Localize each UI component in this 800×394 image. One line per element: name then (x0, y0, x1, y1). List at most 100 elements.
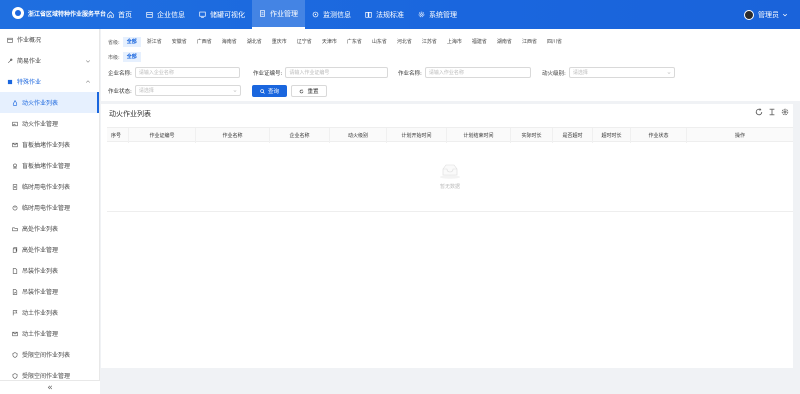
column-header: 作业状态 (631, 128, 687, 143)
nav-tank-visual[interactable]: 储罐可视化 (192, 0, 252, 29)
province-tag[interactable]: 全部 (122, 37, 141, 47)
sidebar-item-confined-space-list[interactable]: 受限空间作业列表 (0, 344, 99, 365)
sidebar-item-height-job-list[interactable]: 高处作业列表 (0, 218, 99, 239)
refresh-icon[interactable] (755, 108, 763, 116)
province-tag[interactable]: 浙江省 (143, 37, 166, 47)
province-filter: 省级: 全部 浙江省 安徽省 广西省 海南省 湖北省 重庆市 辽宁省 天津市 广… (108, 36, 568, 48)
plug-icon (12, 205, 18, 210)
province-tag[interactable]: 辽宁省 (293, 37, 316, 47)
nav-job-management[interactable]: 作业管理 (252, 0, 305, 29)
company-icon (146, 12, 153, 18)
job-status-select[interactable]: 请选择 (134, 85, 241, 96)
sidebar-item-fire-job-manage[interactable]: 动火作业管理 (0, 113, 99, 134)
file-check-icon (12, 288, 18, 295)
province-tag[interactable]: 广西省 (193, 37, 216, 47)
sidebar-item-lifting-job-list[interactable]: 吊装作业列表 (0, 260, 99, 281)
nav-tank-visual-label: 储罐可视化 (210, 10, 245, 19)
sidebar-item-earthwork-job-manage[interactable]: 动土作业管理 (0, 323, 99, 344)
table-header: 序号 作业证编号 作业名称 企业名称 动火级别 计划开始时间 计划结束时间 实际… (107, 127, 793, 143)
sidebar-item-special-job[interactable]: 特殊作业 (0, 71, 99, 92)
sidebar-collapse-button[interactable]: « (0, 380, 100, 394)
shield-icon (12, 372, 18, 379)
sidebar-item-temp-power-manage[interactable]: 临时用电作业管理 (0, 197, 99, 218)
sidebar-item-simple-job[interactable]: 简易作业 (0, 50, 99, 71)
job-status-field: 作业状态: 请选择 (108, 85, 241, 96)
sidebar-item-label: 吊装作业管理 (22, 289, 59, 296)
column-header: 是否超时 (553, 128, 593, 143)
nav-home-label: 首页 (118, 10, 132, 19)
flag-icon (12, 309, 18, 315)
sidebar-item-label: 特殊作业 (17, 79, 42, 86)
nav-home[interactable]: 首页 (100, 0, 139, 29)
province-tag[interactable]: 安徽省 (168, 37, 191, 47)
sidebar: 作业概况 简易作业 特殊作业 动火作业列表 动火作业管理 盲板抽堵作业列表 盲板… (0, 29, 100, 394)
gear-icon (418, 11, 425, 18)
chevron-down-icon (233, 90, 237, 93)
empty-box-icon (440, 164, 460, 179)
page-scrollbar[interactable] (793, 104, 800, 368)
nav-regulations[interactable]: 法规标准 (358, 0, 411, 29)
province-tag[interactable]: 重庆市 (268, 37, 291, 47)
sidebar-item-label: 动土作业列表 (22, 310, 59, 317)
column-height-icon[interactable] (768, 108, 776, 116)
home-icon (107, 11, 114, 18)
nav-monitoring[interactable]: 监测信息 (305, 0, 358, 29)
province-tag[interactable]: 四川省 (543, 37, 566, 47)
province-tag[interactable]: 湖南省 (493, 37, 516, 47)
sidebar-item-earthwork-job-list[interactable]: 动土作业列表 (0, 302, 99, 323)
province-tag[interactable]: 江西省 (518, 37, 541, 47)
top-header: 浙江省区域特种作业服务平台 首页 企业信息 储罐可视化 作业管理 监测信息 法规… (0, 0, 800, 29)
province-tag[interactable]: 河北省 (393, 37, 416, 47)
province-tag[interactable]: 山东省 (368, 37, 391, 47)
permit-no-input[interactable]: 请输入作业证编号 (285, 67, 389, 78)
chevron-down-icon (667, 72, 671, 75)
company-name-input[interactable]: 请输入企业名称 (134, 67, 240, 78)
user-menu[interactable]: 管理员 (744, 0, 788, 29)
avatar (744, 9, 754, 20)
sidebar-item-fire-job-list[interactable]: 动火作业列表 (0, 92, 99, 113)
fire-level-placeholder: 请选择 (572, 70, 588, 76)
province-tag[interactable]: 天津市 (318, 37, 341, 47)
fire-level-field: 动火级别: 请选择 (542, 67, 675, 78)
permit-no-placeholder: 请输入作业证编号 (289, 70, 330, 76)
column-header: 实际时长 (511, 128, 553, 143)
city-tag[interactable]: 全部 (122, 52, 141, 62)
permit-no-field: 作业证编号: 请输入作业证编号 (253, 67, 389, 78)
nav-system[interactable]: 系统管理 (411, 0, 464, 29)
column-header: 超时时长 (593, 128, 631, 143)
fire-level-select[interactable]: 请选择 (568, 67, 675, 78)
search-icon (260, 88, 265, 94)
province-tag[interactable]: 江苏省 (418, 37, 441, 47)
app-logo[interactable]: 浙江省区域特种作业服务平台 (12, 7, 106, 19)
company-name-placeholder: 请输入企业名称 (138, 70, 174, 76)
job-name-input[interactable]: 请输入作业名称 (424, 67, 531, 78)
nav-regulations-label: 法规标准 (376, 10, 404, 19)
sidebar-item-label: 动土作业管理 (22, 331, 59, 338)
search-button[interactable]: 查询 (252, 85, 287, 97)
province-tag[interactable]: 上海市 (443, 37, 466, 47)
image-icon (12, 121, 18, 126)
nav-system-label: 系统管理 (429, 10, 457, 19)
sidebar-item-lifting-job-manage[interactable]: 吊装作业管理 (0, 281, 99, 302)
badge-icon (13, 163, 17, 169)
province-tag[interactable]: 广东省 (343, 37, 366, 47)
gear-icon[interactable] (781, 108, 789, 116)
province-tag[interactable]: 福建省 (468, 37, 491, 47)
reset-button[interactable]: 重置 (291, 85, 327, 97)
nav-company-label: 企业信息 (157, 10, 185, 19)
sidebar-item-label: 作业概况 (17, 37, 42, 44)
sidebar-item-blind-plate-list[interactable]: 盲板抽堵作业列表 (0, 134, 99, 155)
nav-company[interactable]: 企业信息 (139, 0, 192, 29)
province-tag[interactable]: 湖北省 (243, 37, 266, 47)
job-name-placeholder: 请输入作业名称 (428, 70, 464, 76)
sidebar-item-label: 临时用电作业管理 (22, 205, 71, 212)
sidebar-item-blind-plate-manage[interactable]: 盲板抽堵作业管理 (0, 155, 99, 176)
logo-icon (12, 7, 24, 19)
sidebar-item-height-job-manage[interactable]: 高处作业管理 (0, 239, 99, 260)
nav-job-management-label: 作业管理 (270, 9, 298, 18)
province-tag[interactable]: 海南省 (218, 37, 241, 47)
sidebar-item-job-overview[interactable]: 作业概况 (0, 29, 99, 50)
sidebar-item-temp-power-list[interactable]: 临时用电作业列表 (0, 176, 99, 197)
main-nav: 首页 企业信息 储罐可视化 作业管理 监测信息 法规标准 系统管理 (100, 0, 464, 29)
sidebar-item-label: 动火作业列表 (22, 100, 59, 107)
